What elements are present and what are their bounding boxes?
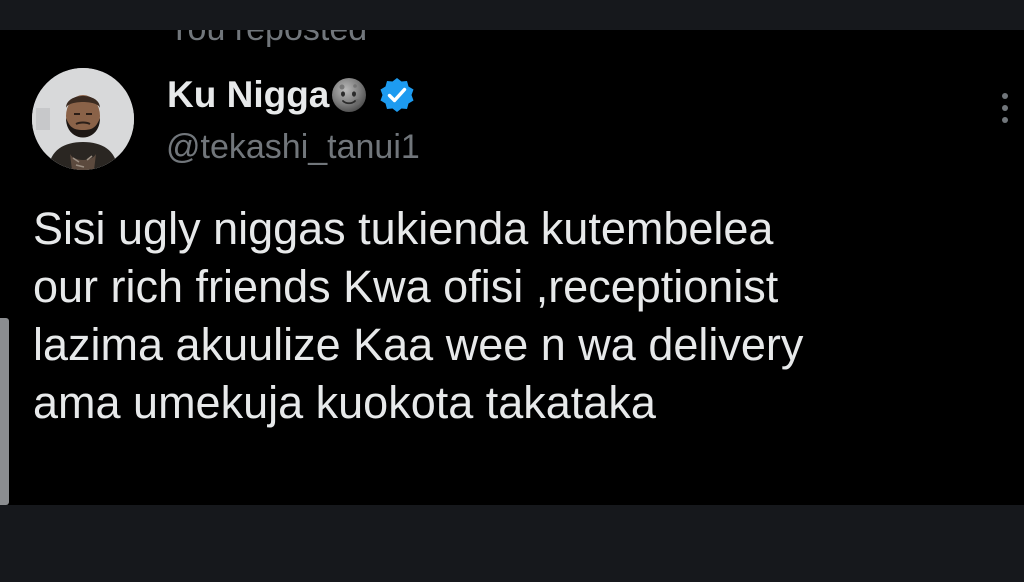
- tweet-text: Sisi ugly niggas tukienda kutembelea our…: [33, 203, 804, 428]
- bottom-bar: [0, 505, 1024, 582]
- screenshot-frame: You reposted Ku Nigga: [0, 0, 1024, 582]
- side-panel-edge: [0, 318, 9, 505]
- user-handle[interactable]: @tekashi_tanui1: [166, 127, 420, 167]
- verified-badge-icon[interactable]: [378, 76, 416, 114]
- display-name[interactable]: Ku Nigga: [167, 73, 329, 117]
- display-name-row[interactable]: Ku Nigga: [167, 73, 416, 117]
- new-moon-face-icon: [330, 76, 368, 114]
- tweet-card[interactable]: You reposted Ku Nigga: [0, 30, 1024, 505]
- repost-label: You reposted: [168, 30, 367, 49]
- more-options-icon[interactable]: [993, 88, 1017, 128]
- avatar[interactable]: [32, 68, 134, 170]
- top-bar: [0, 0, 1024, 30]
- avatar-portrait-icon: [32, 68, 134, 170]
